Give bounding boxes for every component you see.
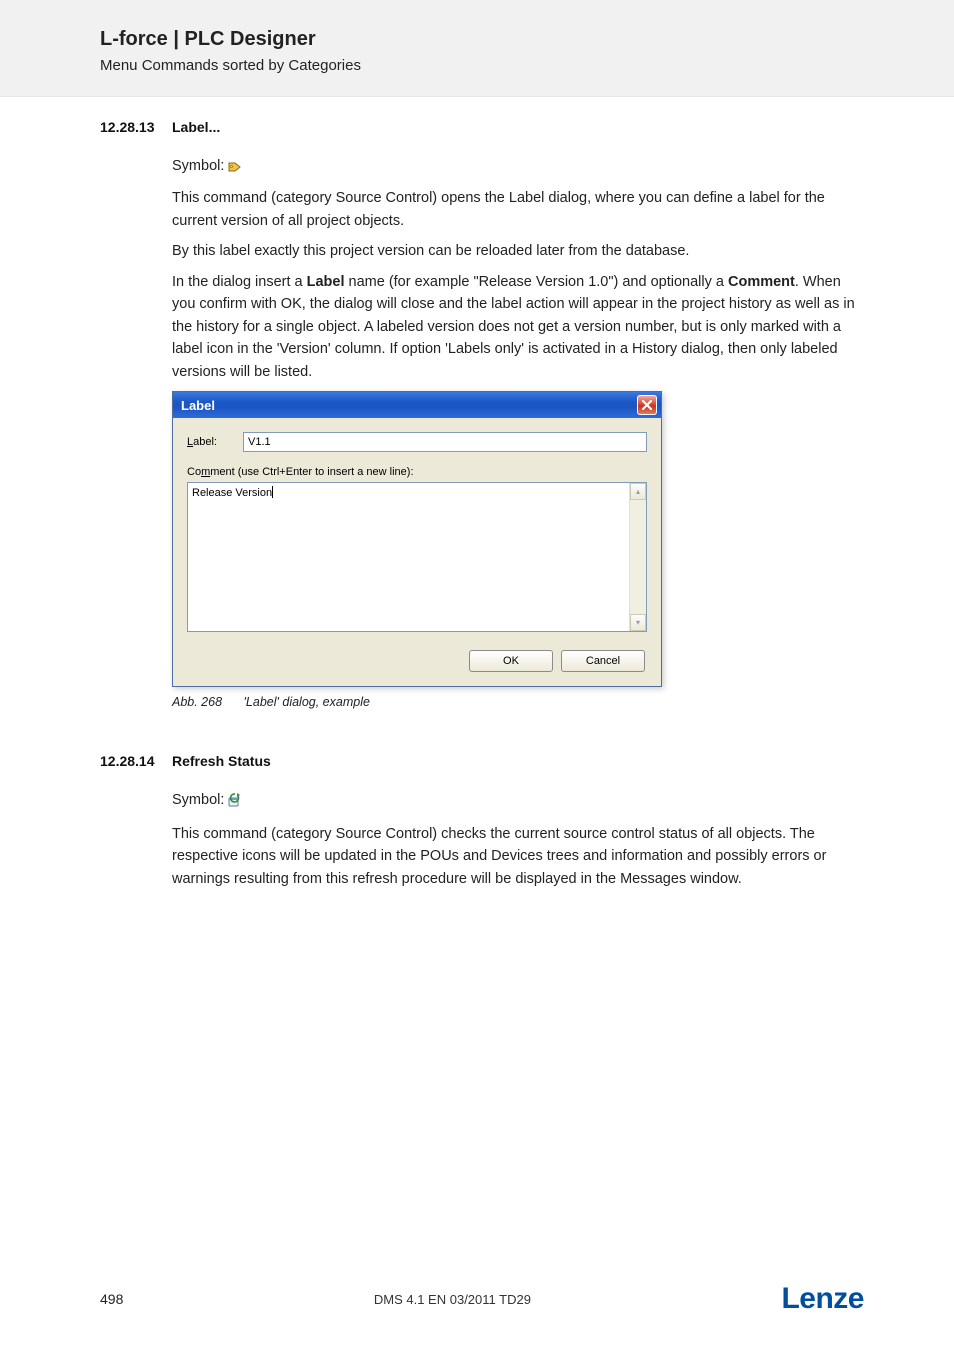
figure-number: Abb. 268 [172, 695, 222, 709]
comment-textarea-wrap: Release Version ▴ ▾ [187, 482, 647, 632]
doc-id: DMS 4.1 EN 03/2011 TD29 [123, 1292, 781, 1307]
page-header: L-force | PLC Designer Menu Commands sor… [0, 0, 954, 97]
page-number: 498 [100, 1291, 123, 1307]
close-button[interactable] [637, 395, 657, 415]
symbol-label: Symbol: [172, 792, 224, 808]
figure-caption-text: 'Label' dialog, example [244, 695, 370, 709]
ok-button[interactable]: OK [469, 650, 553, 672]
dialog-button-row: OK Cancel [187, 650, 647, 672]
scroll-down-button[interactable]: ▾ [630, 614, 646, 631]
refresh-status-icon [228, 792, 244, 814]
section-label-body: Symbol: This command (category Source Co… [172, 155, 864, 383]
lenze-logo: Lenze [781, 1282, 864, 1316]
cancel-button[interactable]: Cancel [561, 650, 645, 672]
text-cursor [272, 486, 273, 498]
label-row: Label: [187, 432, 647, 452]
figure-caption: Abb. 268 'Label' dialog, example [172, 695, 864, 709]
comment-textarea[interactable]: Release Version [188, 483, 629, 631]
dialog-titlebar: Label [173, 392, 661, 418]
doc-title: L-force | PLC Designer [100, 28, 954, 51]
scroll-up-button[interactable]: ▴ [630, 483, 646, 500]
section-refresh-body: Symbol: This command (category Source Co… [172, 789, 864, 890]
page-content: 12.28.13 Label... Symbol: This command (… [0, 97, 954, 890]
section-number: 12.28.14 [100, 753, 172, 769]
dialog-body: Label: Comment (use Ctrl+Enter to insert… [173, 418, 661, 686]
chevron-down-icon: ▾ [636, 618, 640, 627]
label-input[interactable] [243, 432, 647, 452]
section-label: 12.28.13 Label... [100, 119, 864, 135]
label-desc-1: This command (category Source Control) o… [172, 187, 864, 232]
label-field-label: Label: [187, 436, 243, 448]
label-desc-2: By this label exactly this project versi… [172, 240, 864, 262]
section-title: Label... [172, 119, 220, 135]
refresh-desc: This command (category Source Control) c… [172, 823, 864, 890]
label-dialog-figure: Label Label: Comment (use Ctrl+Enter to … [172, 391, 864, 687]
dialog-title: Label [181, 398, 215, 413]
comment-field-label: Comment (use Ctrl+Enter to insert a new … [187, 466, 647, 478]
symbol-label: Symbol: [172, 158, 224, 174]
scrollbar[interactable]: ▴ ▾ [629, 483, 646, 631]
section-number: 12.28.13 [100, 119, 172, 135]
close-icon [642, 398, 652, 413]
section-refresh: 12.28.14 Refresh Status [100, 753, 864, 769]
doc-subtitle: Menu Commands sorted by Categories [100, 57, 954, 74]
chevron-up-icon: ▴ [636, 487, 640, 496]
label-tag-icon [228, 157, 242, 179]
label-desc-3: In the dialog insert a Label name (for e… [172, 271, 864, 383]
section-title: Refresh Status [172, 753, 271, 769]
label-dialog: Label Label: Comment (use Ctrl+Enter to … [172, 391, 662, 687]
page-footer: 498 DMS 4.1 EN 03/2011 TD29 Lenze [0, 1282, 954, 1316]
